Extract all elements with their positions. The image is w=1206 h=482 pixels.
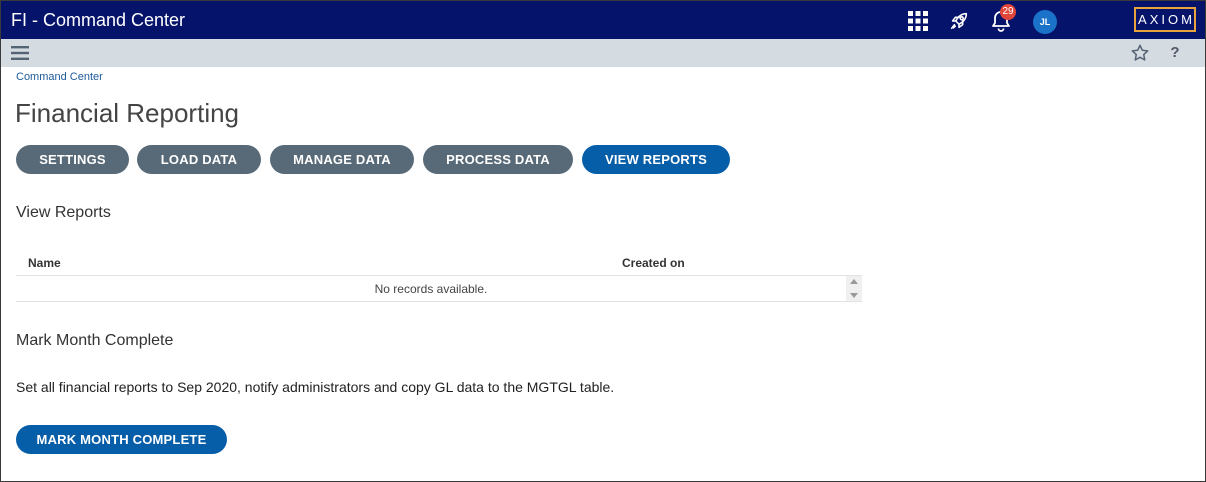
load-data-button[interactable]: LOAD DATA xyxy=(137,145,261,174)
app-title: FI - Command Center xyxy=(11,10,186,30)
rocket-icon[interactable] xyxy=(947,9,971,33)
user-avatar[interactable]: JL xyxy=(1033,10,1057,34)
table-scrollbar[interactable] xyxy=(846,276,862,301)
column-header-name[interactable]: Name xyxy=(28,256,61,270)
page-title: Financial Reporting xyxy=(15,98,240,128)
axiom-logo: AXIOM xyxy=(1134,7,1196,32)
breadcrumb[interactable]: Command Center xyxy=(16,71,103,83)
notification-badge: 29 xyxy=(1000,4,1016,20)
process-data-button[interactable]: PROCESS DATA xyxy=(423,145,573,174)
app-frame xyxy=(0,0,1206,482)
table-body: No records available. xyxy=(16,276,862,301)
mark-month-description: Set all financial reports to Sep 2020, n… xyxy=(16,379,615,395)
mark-month-heading: Mark Month Complete xyxy=(16,332,174,349)
reports-table: Name Created on No records available. xyxy=(16,250,862,302)
table-bottom-divider xyxy=(16,301,862,302)
scroll-down-arrow-icon[interactable] xyxy=(850,293,858,298)
scroll-up-arrow-icon[interactable] xyxy=(850,279,858,284)
no-records-message: No records available. xyxy=(374,282,488,296)
view-reports-heading: View Reports xyxy=(16,204,111,221)
mark-month-complete-button[interactable]: MARK MONTH COMPLETE xyxy=(16,425,227,454)
top-bar: FI - Command Center 29 JL AXIOM xyxy=(1,1,1205,39)
star-icon[interactable] xyxy=(1130,43,1150,63)
hamburger-menu-icon[interactable] xyxy=(11,45,29,61)
settings-button[interactable]: SETTINGS xyxy=(16,145,129,174)
column-header-created-on[interactable]: Created on xyxy=(622,256,685,270)
secondary-toolbar: ? xyxy=(1,39,1205,67)
help-icon[interactable]: ? xyxy=(1167,42,1183,64)
apps-grid-icon[interactable] xyxy=(907,10,929,32)
manage-data-button[interactable]: MANAGE DATA xyxy=(270,145,414,174)
view-reports-button[interactable]: VIEW REPORTS xyxy=(582,145,730,174)
